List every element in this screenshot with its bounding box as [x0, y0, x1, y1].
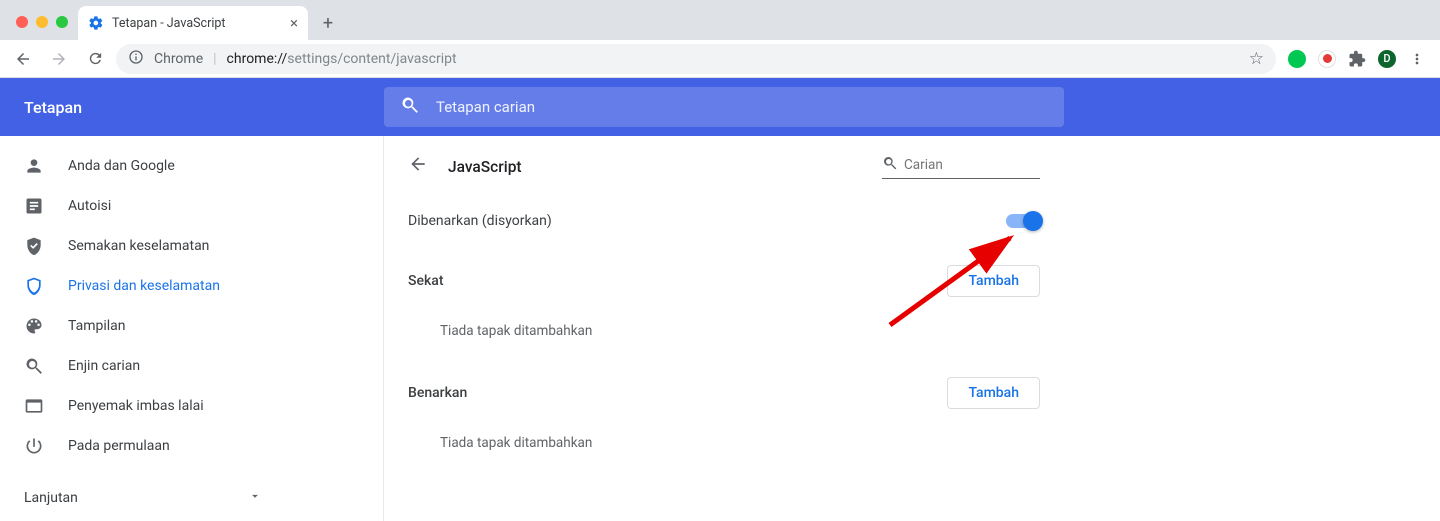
app-title: Tetapan — [0, 98, 384, 117]
extensions-puzzle-icon[interactable] — [1348, 50, 1366, 68]
sidebar-advanced-toggle[interactable]: Lanjutan — [0, 474, 383, 521]
tab-title: Tetapan - JavaScript — [112, 16, 225, 31]
add-block-button[interactable]: Tambah — [947, 265, 1040, 297]
sidebar-item-default-browser[interactable]: Penyemak imbas lalai — [0, 386, 383, 426]
settings-app: Tetapan Anda dan Google Autoisi Semakan … — [0, 78, 1440, 521]
browser-menu-icon[interactable] — [1408, 50, 1426, 68]
back-button[interactable] — [8, 44, 38, 74]
page-header: JavaScript — [384, 136, 1064, 191]
bookmark-star-icon[interactable]: ☆ — [1249, 49, 1264, 69]
forward-button[interactable] — [44, 44, 74, 74]
javascript-toggle[interactable] — [1006, 214, 1040, 228]
settings-search-input[interactable] — [436, 98, 1048, 116]
browser-chrome: Tetapan - JavaScript × + Chrome | chrome… — [0, 0, 1440, 78]
block-empty-message: Tiada tapak ditambahkan — [384, 311, 1064, 363]
omnibox-divider: | — [213, 51, 216, 67]
omnibox-chrome-label: Chrome — [154, 51, 203, 67]
sidebar-item-search-engine[interactable]: Enjin carian — [0, 346, 383, 386]
settings-search-bar[interactable] — [384, 87, 1064, 127]
new-tab-button[interactable]: + — [314, 9, 342, 37]
back-arrow-button[interactable] — [408, 154, 428, 179]
sidebar-item-label: Semakan keselamatan — [68, 238, 209, 254]
sidebar-item-appearance[interactable]: Tampilan — [0, 306, 383, 346]
extension-adblock-icon[interactable] — [1318, 50, 1336, 68]
address-bar[interactable]: Chrome | chrome://settings/content/javas… — [116, 44, 1276, 74]
gear-icon — [88, 15, 104, 31]
sidebar-item-safety-check[interactable]: Semakan keselamatan — [0, 226, 383, 266]
browser-icon — [24, 396, 44, 416]
settings-content: JavaScript Dibenarkan (disyorkan) Sekat … — [384, 136, 1064, 521]
autofill-icon — [24, 196, 44, 216]
settings-body: Anda dan Google Autoisi Semakan keselama… — [0, 136, 1440, 521]
settings-topbar: Tetapan — [0, 78, 1440, 136]
reload-button[interactable] — [80, 44, 110, 74]
settings-sidebar: Anda dan Google Autoisi Semakan keselama… — [0, 136, 384, 521]
block-section-title: Sekat — [408, 273, 947, 289]
advanced-label: Lanjutan — [24, 490, 78, 506]
tab-strip: Tetapan - JavaScript × + — [0, 0, 1440, 40]
shield-check-icon — [24, 236, 44, 256]
sidebar-item-label: Enjin carian — [68, 358, 140, 374]
sidebar-item-label: Autoisi — [68, 198, 111, 214]
window-controls — [16, 16, 68, 28]
sidebar-item-label: Penyemak imbas lalai — [68, 398, 204, 414]
profile-avatar[interactable]: D — [1378, 50, 1396, 68]
sidebar-item-label: Anda dan Google — [68, 158, 175, 174]
extension-grammarly-icon[interactable] — [1288, 50, 1306, 68]
page-search[interactable] — [882, 155, 1040, 179]
allow-section-header: Benarkan Tambah — [384, 363, 1064, 423]
sidebar-item-privacy-security[interactable]: Privasi dan keselamatan — [0, 266, 383, 306]
block-section-header: Sekat Tambah — [384, 251, 1064, 311]
site-info-icon[interactable] — [128, 49, 144, 69]
search-icon — [882, 155, 898, 175]
page-search-input[interactable] — [904, 157, 1081, 173]
allow-section-title: Benarkan — [408, 385, 947, 401]
extension-icons: D — [1282, 50, 1432, 68]
sidebar-item-autofill[interactable]: Autoisi — [0, 186, 383, 226]
sidebar-item-on-startup[interactable]: Pada permulaan — [0, 426, 383, 466]
sidebar-item-you-and-google[interactable]: Anda dan Google — [0, 146, 383, 186]
window-maximize-button[interactable] — [56, 16, 68, 28]
search-icon — [24, 356, 44, 376]
page-title: JavaScript — [448, 158, 862, 176]
add-allow-button[interactable]: Tambah — [947, 377, 1040, 409]
omnibox-url: chrome://settings/content/javascript — [227, 51, 457, 67]
sidebar-item-label: Tampilan — [68, 318, 126, 334]
browser-toolbar: Chrome | chrome://settings/content/javas… — [0, 40, 1440, 78]
sidebar-item-label: Privasi dan keselamatan — [68, 278, 220, 294]
close-icon[interactable]: × — [290, 16, 298, 31]
person-icon — [24, 156, 44, 176]
allowed-label: Dibenarkan (disyorkan) — [408, 213, 1006, 229]
search-icon — [400, 95, 420, 119]
allow-empty-message: Tiada tapak ditambahkan — [384, 423, 1064, 475]
shield-icon — [24, 276, 44, 296]
window-close-button[interactable] — [16, 16, 28, 28]
power-icon — [24, 436, 44, 456]
palette-icon — [24, 316, 44, 336]
window-minimize-button[interactable] — [36, 16, 48, 28]
browser-tab[interactable]: Tetapan - JavaScript × — [78, 6, 308, 40]
allowed-toggle-row: Dibenarkan (disyorkan) — [384, 191, 1064, 251]
sidebar-item-label: Pada permulaan — [68, 438, 170, 454]
chevron-down-icon — [248, 489, 262, 507]
